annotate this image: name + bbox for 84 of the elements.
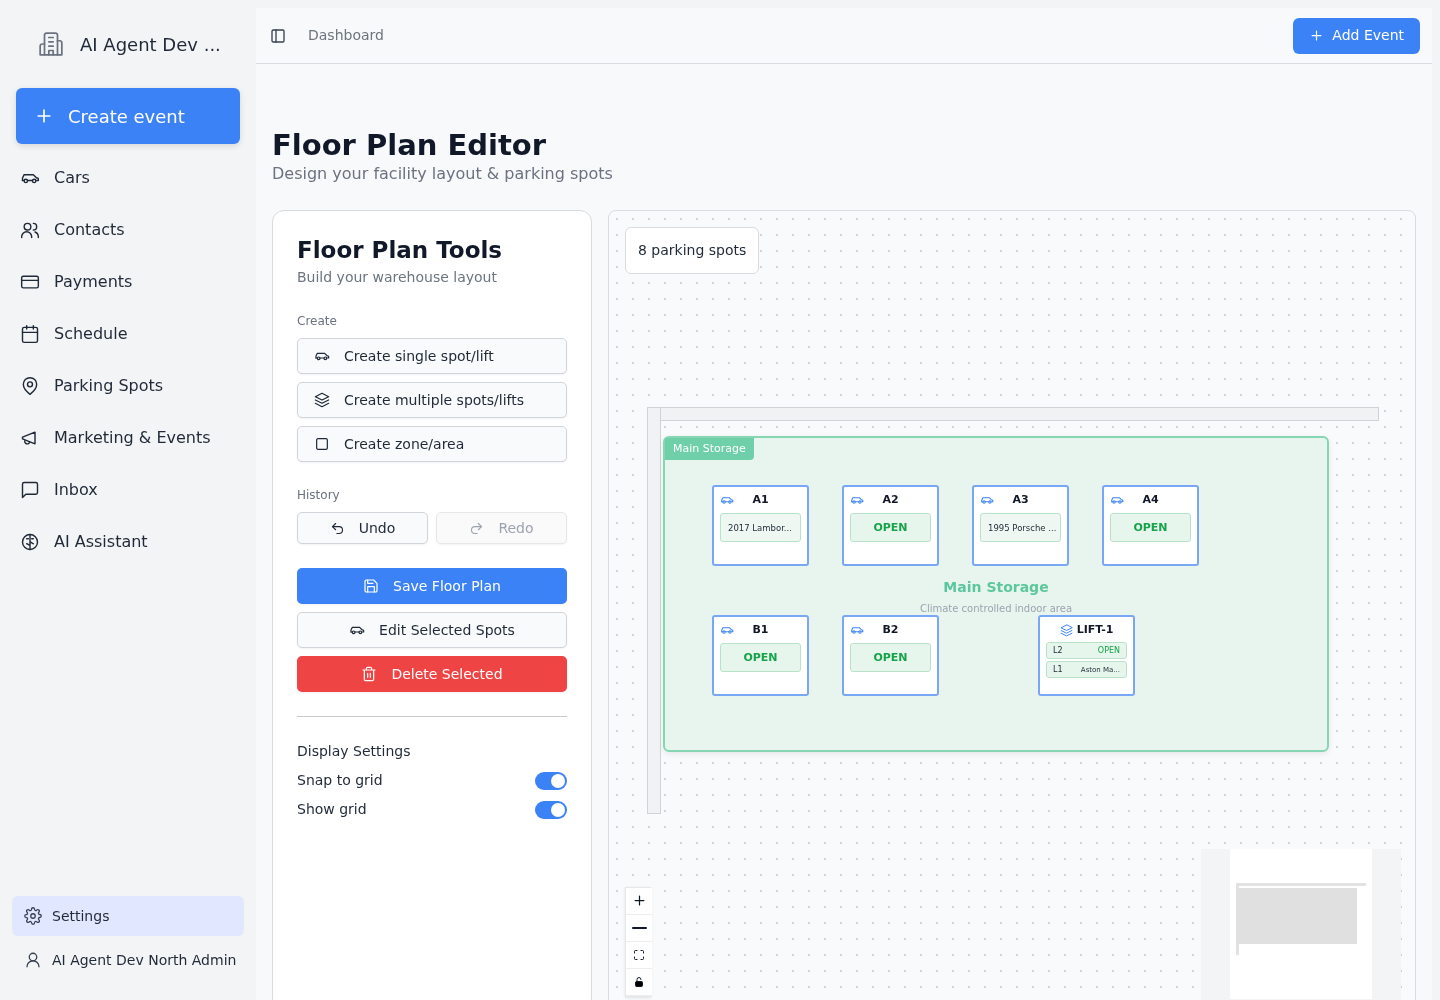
panel-title: Floor Plan Tools	[297, 235, 503, 265]
status-label: OPEN	[850, 513, 931, 543]
status-label: OPEN	[720, 643, 801, 673]
sidebar-item[interactable]: AI Assistant	[16, 516, 244, 568]
spot-name: A2	[881, 491, 900, 508]
layers-icon	[1059, 623, 1073, 637]
spot-name: A3	[1011, 491, 1030, 508]
vehicle-label: 2017 Lambor...	[720, 513, 801, 543]
square-icon	[314, 436, 330, 453]
section-heading: Display Settings	[297, 742, 412, 762]
parking-spot[interactable]: B1 OPEN	[712, 614, 809, 696]
action-button[interactable]: Delete Selected	[297, 656, 567, 693]
fit-view-button[interactable]	[626, 941, 652, 969]
org-name: AI Agent Dev ...	[80, 32, 221, 57]
sidebar-item[interactable]: Cars	[16, 152, 244, 204]
contacts-icon	[20, 220, 40, 240]
zone-title: Main Storage	[942, 577, 1050, 597]
zone-tag: Main Storage	[665, 437, 754, 461]
status-label: OPEN	[1110, 513, 1191, 543]
map-pin-icon	[20, 376, 40, 396]
parking-spot[interactable]: A1 2017 Lambor...	[712, 484, 809, 566]
toggle-switch[interactable]	[535, 771, 567, 790]
vehicle-label: 1995 Porsche ...	[980, 513, 1061, 543]
undo-icon	[329, 520, 345, 536]
toggle-label: Show grid	[297, 800, 367, 820]
level-name: L2	[1053, 644, 1063, 657]
sidebar-item[interactable]: Schedule	[16, 308, 244, 360]
zoom-in-icon	[631, 893, 647, 909]
add-event-button[interactable]: Add Event	[1293, 17, 1420, 54]
parking-spot[interactable]: A2 OPEN	[842, 484, 939, 566]
sidebar-item[interactable]: Parking Spots	[16, 360, 244, 412]
parking-spot[interactable]: B2 OPEN	[842, 614, 939, 696]
fit-view-icon	[633, 948, 645, 961]
level-name: L1	[1053, 663, 1063, 676]
spot-name: B1	[751, 621, 770, 638]
layers-icon	[314, 392, 330, 409]
section-label: Create	[297, 313, 338, 331]
action-button[interactable]: Save Floor Plan	[297, 568, 567, 605]
status-label: OPEN	[1097, 644, 1120, 657]
lock-button[interactable]	[626, 968, 652, 996]
breadcrumb[interactable]: Dashboard	[308, 25, 384, 46]
section-label: History	[297, 487, 341, 505]
building-icon	[38, 31, 64, 57]
sidebar-item[interactable]: Contacts	[16, 204, 244, 256]
create-event-button[interactable]: Create event	[16, 88, 240, 144]
zoom-out-button[interactable]	[626, 914, 652, 942]
sidebar-item[interactable]: Marketing & Events	[16, 412, 244, 464]
parking-spot[interactable]: A3 1995 Porsche ...	[972, 484, 1069, 566]
trash-icon	[361, 666, 378, 683]
parking-spot[interactable]: A4 OPEN	[1102, 484, 1199, 566]
lock-icon	[633, 975, 645, 988]
spot-name: B2	[881, 621, 900, 638]
spot-count: 8 parking spots	[625, 226, 760, 274]
message-icon	[20, 480, 40, 500]
spot-name: A1	[751, 491, 770, 508]
status-label: OPEN	[850, 643, 931, 673]
panel-icon	[270, 27, 286, 44]
history-button[interactable]: Undo	[297, 512, 428, 545]
zoom-out-icon	[631, 926, 647, 929]
create-button[interactable]: Create multiple spots/lifts	[297, 382, 567, 419]
credit-card-icon	[20, 272, 40, 292]
redo-icon	[469, 520, 485, 536]
save-icon	[363, 578, 380, 595]
panel-subtitle: Build your warehouse layout	[297, 268, 498, 288]
create-button[interactable]: Create zone/area	[297, 426, 567, 463]
lift-level[interactable]: L2 OPEN	[1046, 642, 1127, 660]
action-button[interactable]: Edit Selected Spots	[297, 612, 567, 649]
toggle-label: Snap to grid	[297, 771, 383, 791]
page-title: Floor Plan Editor	[272, 130, 548, 162]
sidebar-item[interactable]: Payments	[16, 256, 244, 308]
spot-name: A4	[1141, 491, 1160, 508]
toggle-switch[interactable]	[535, 800, 567, 819]
calendar-icon	[20, 324, 40, 344]
sidebar-item[interactable]: Inbox	[16, 464, 244, 516]
page-subtitle: Design your facility layout & parking spots	[272, 162, 614, 185]
settings-icon	[24, 907, 42, 925]
lift-name: LIFT-1	[1076, 621, 1114, 638]
sidebar-item[interactable]: Settings	[12, 896, 244, 936]
sidebar-item[interactable]: AI Agent Dev North Admin	[12, 940, 244, 980]
zoom-in-button[interactable]	[626, 887, 652, 915]
zone-description: Climate controlled indoor area	[918, 601, 1074, 616]
user-icon	[24, 951, 42, 969]
plus-icon	[1309, 28, 1325, 43]
create-button[interactable]: Create single spot/lift	[297, 338, 567, 375]
